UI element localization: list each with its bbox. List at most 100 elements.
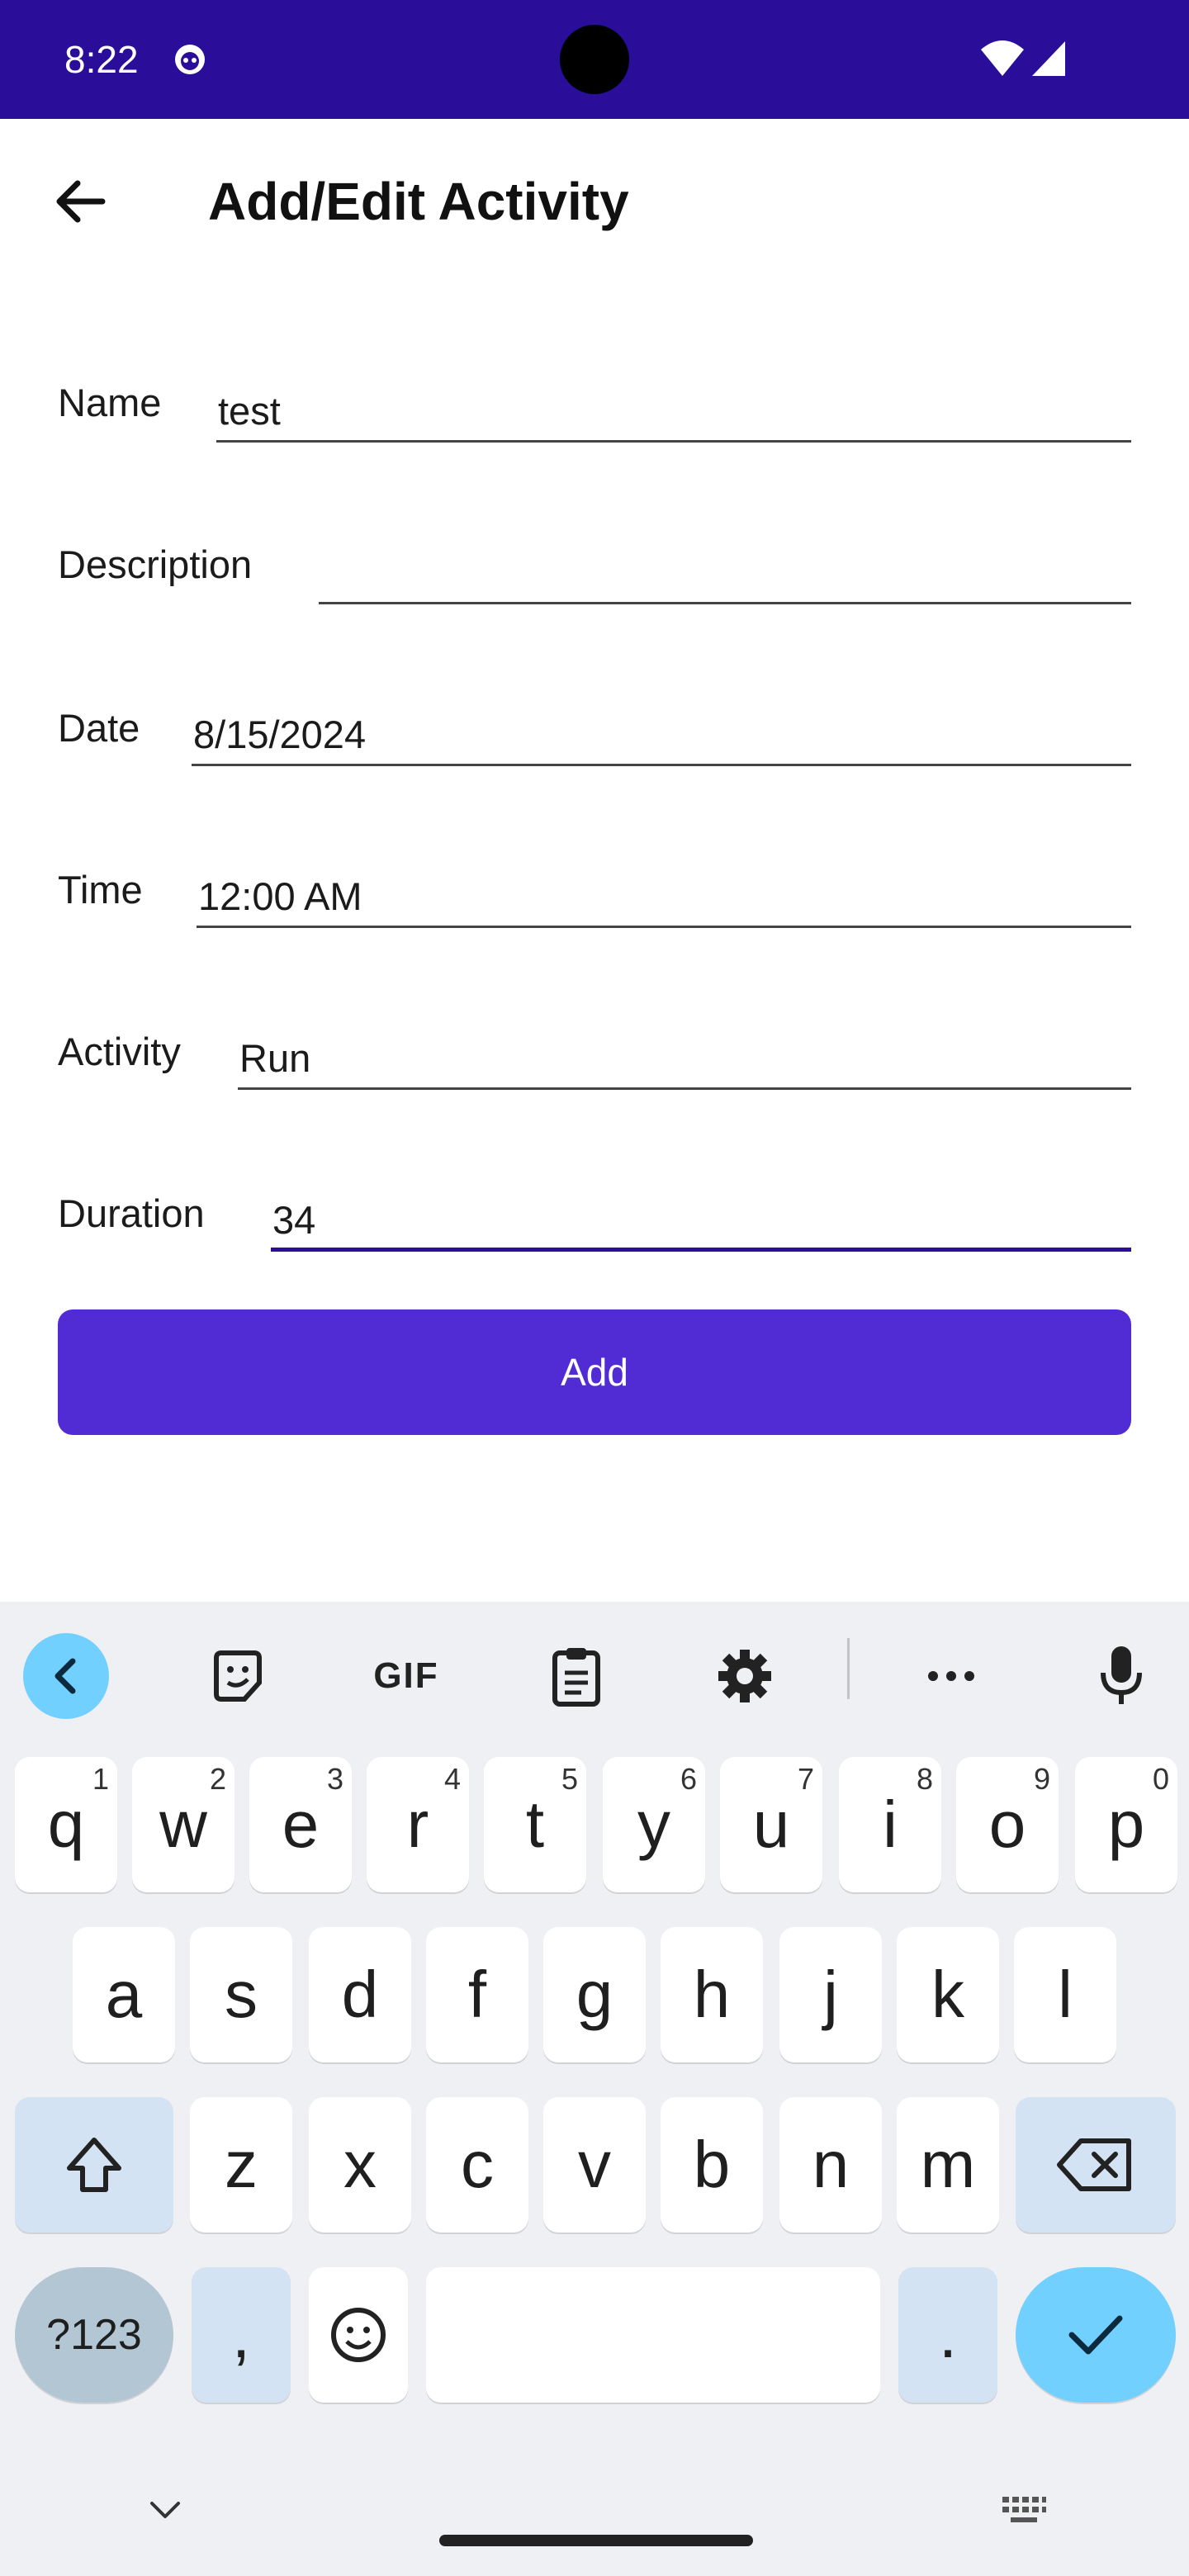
key-j[interactable]: j [779,1927,882,2062]
key-k[interactable]: k [897,1927,999,2062]
date-field[interactable]: 8/15/2024 [192,708,1131,766]
key-p[interactable]: p0 [1075,1757,1177,1892]
wifi-icon [981,40,1024,76]
key-b[interactable]: b [661,2097,763,2233]
hide-keyboard-button[interactable] [142,2487,188,2533]
key-h[interactable]: h [661,1927,763,2062]
key-q-hint: 1 [92,1762,109,1796]
key-a[interactable]: a [73,1927,175,2062]
add-button[interactable]: Add [58,1309,1131,1435]
activity-field[interactable]: Run [238,1032,1131,1090]
shift-key[interactable] [15,2097,173,2233]
key-x-label: x [343,2128,377,2201]
key-s[interactable]: s [190,1927,292,2062]
key-r-hint: 4 [443,1762,461,1796]
key-r[interactable]: r4 [367,1757,469,1892]
backspace-icon [1057,2138,1131,2191]
time-label: Time [58,868,143,912]
key-v[interactable]: v [543,2097,646,2233]
key-i-hint: 8 [916,1762,933,1796]
duration-field[interactable]: 34 [271,1194,1131,1252]
name-field[interactable]: test [216,385,1131,443]
sticker-icon [214,1650,262,1702]
key-q-label: q [47,1788,85,1861]
symbols-key[interactable]: ?123 [15,2267,173,2403]
time-field[interactable]: 12:00 AM [197,870,1131,928]
key-h-label: h [693,1958,731,2031]
key-u[interactable]: u7 [720,1757,822,1892]
period-key[interactable]: . [898,2267,997,2403]
check-icon [1068,2315,1123,2355]
key-k-label: k [931,1958,964,2031]
page-title: Add/Edit Activity [208,172,629,231]
key-i-label: i [883,1788,898,1861]
toolbar-divider [847,1638,850,1699]
duration-label: Duration [58,1191,205,1235]
emoji-icon [331,2308,386,2362]
key-c[interactable]: c [426,2097,528,2233]
key-e[interactable]: e3 [249,1757,352,1892]
chevron-down-icon [150,2502,180,2518]
key-r-label: r [406,1788,429,1861]
gear-icon [718,1650,771,1702]
key-g[interactable]: g [543,1927,646,2062]
space-key[interactable] [426,2267,880,2403]
keyboard-back-button[interactable] [21,1631,111,1721]
comma-key[interactable]: , [192,2267,291,2403]
key-u-label: u [752,1788,790,1861]
key-g-label: g [576,1958,613,2031]
key-p-label: p [1107,1788,1145,1861]
name-label: Name [58,381,162,424]
mic-button[interactable] [1077,1631,1166,1721]
key-d[interactable]: d [309,1927,411,2062]
key-c-label: c [461,2128,494,2201]
key-t-label: t [525,1788,545,1861]
key-t-hint: 5 [561,1762,578,1796]
key-o[interactable]: o9 [956,1757,1059,1892]
key-m[interactable]: m [897,2097,999,2233]
key-o-label: o [988,1788,1026,1861]
sticker-button[interactable] [193,1631,282,1721]
description-field[interactable] [319,547,1131,604]
key-i[interactable]: i8 [839,1757,941,1892]
more-icon [928,1671,974,1681]
soft-keyboard [0,1602,1189,2576]
more-button[interactable] [907,1631,996,1721]
key-m-label: m [920,2128,976,2201]
key-y-hint: 6 [680,1762,697,1796]
gif-button[interactable]: GIF [360,1631,452,1721]
emoji-key[interactable] [309,2267,408,2403]
status-time: 8:22 [64,38,139,81]
backspace-key[interactable] [1016,2097,1176,2233]
key-s-label: s [225,1958,258,2031]
key-e-hint: 3 [326,1762,343,1796]
key-z[interactable]: z [190,2097,292,2233]
key-f[interactable]: f [426,1927,528,2062]
enter-key[interactable] [1016,2267,1176,2403]
key-z-label: z [225,2128,258,2201]
keyboard-switch-button[interactable] [997,2487,1050,2533]
key-t[interactable]: t5 [484,1757,586,1892]
key-b-label: b [693,2128,731,2201]
key-l[interactable]: l [1014,1927,1116,2062]
mic-icon [1101,1646,1142,1704]
key-y[interactable]: y6 [603,1757,705,1892]
shift-icon [67,2138,121,2192]
key-q[interactable]: q1 [15,1757,117,1892]
key-v-label: v [578,2128,611,2201]
settings-button[interactable] [700,1631,789,1721]
key-n-label: n [812,2128,850,2201]
key-a-label: a [105,1958,143,2031]
key-n[interactable]: n [779,2097,882,2233]
key-p-hint: 0 [1152,1762,1169,1796]
key-w[interactable]: w2 [132,1757,234,1892]
back-arrow-icon [56,180,106,223]
key-u-hint: 7 [797,1762,814,1796]
key-f-label: f [467,1958,487,2031]
home-indicator[interactable] [439,2535,753,2546]
key-y-label: y [637,1788,670,1861]
key-x[interactable]: x [309,2097,411,2233]
back-button[interactable] [40,162,119,241]
clipboard-button[interactable] [532,1631,621,1721]
key-j-label: j [823,1958,838,2031]
